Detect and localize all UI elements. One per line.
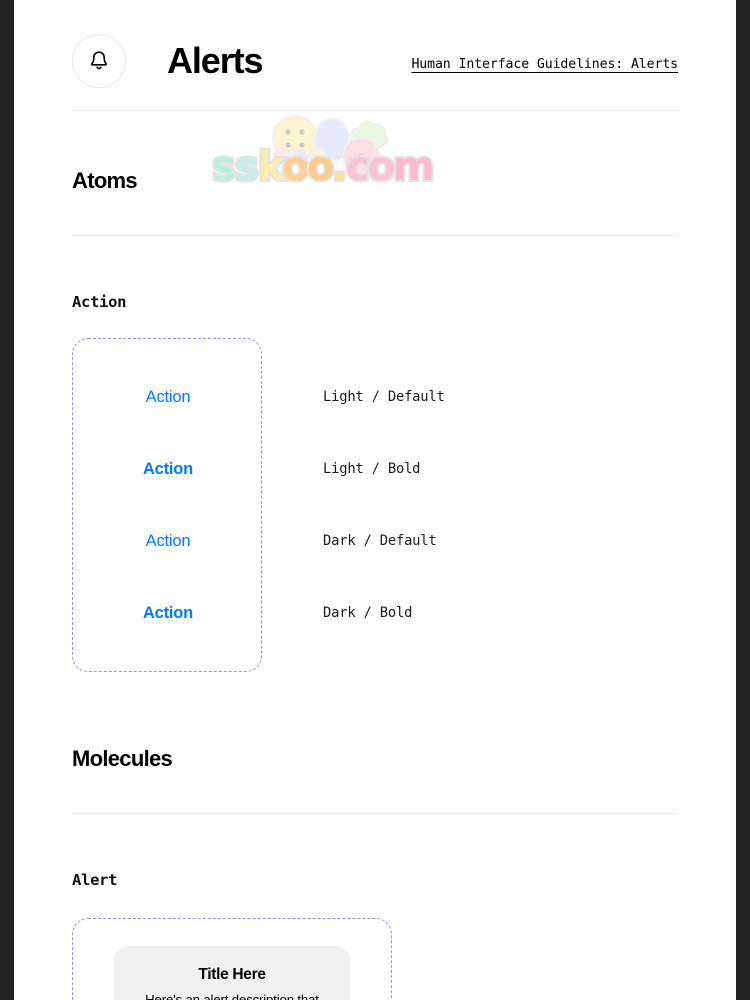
spec-caption-dark-default: Dark / Default: [323, 533, 437, 549]
spec-caption-dark-bold: Dark / Bold: [323, 605, 413, 621]
action-variants-box: Action Light / Default Action Light / Bo…: [72, 338, 445, 672]
human-interface-guidelines-link[interactable]: Human Interface Guidelines: Alerts: [411, 51, 678, 72]
alert-variants-box: Title Here Here's an alert description t…: [72, 918, 392, 1000]
spec-caption-light-bold: Light / Bold: [323, 461, 421, 477]
alert-card: Title Here Here's an alert description t…: [114, 946, 350, 1000]
spec-caption-light-default: Light / Default: [323, 389, 445, 405]
action-link-dark-bold[interactable]: Action: [143, 605, 193, 622]
action-link-light-bold[interactable]: Action: [143, 461, 193, 478]
window-right-edge: [736, 0, 750, 1000]
spec-row: Action Dark / Default: [73, 505, 437, 577]
page-title: Alerts: [167, 40, 264, 81]
bell-icon: [72, 34, 126, 88]
page-header: Alerts Human Interface Guidelines: Alert…: [72, 0, 678, 88]
group-label-alert: Alert: [72, 871, 118, 889]
section-heading-molecules: Molecules: [72, 746, 173, 771]
action-link-dark-default[interactable]: Action: [146, 533, 191, 550]
alert-description: Here's an alert description that uses: [145, 992, 319, 1000]
action-sample: Action: [73, 533, 263, 550]
action-sample: Action: [73, 461, 263, 478]
action-link-light-default[interactable]: Action: [146, 389, 191, 406]
alert-title: Title Here: [198, 966, 266, 983]
header-divider: [72, 110, 678, 111]
page-canvas: Alerts Human Interface Guidelines: Alert…: [14, 0, 736, 1000]
spec-row: Action Dark / Bold: [73, 577, 412, 649]
window-left-edge: [0, 0, 14, 1000]
spec-row: Action Light / Default: [73, 361, 445, 433]
action-sample: Action: [73, 389, 263, 406]
group-label-action: Action: [72, 293, 127, 311]
action-sample: Action: [73, 605, 263, 622]
section-heading-atoms: Atoms: [72, 168, 138, 193]
spec-row: Action Light / Bold: [73, 433, 421, 505]
